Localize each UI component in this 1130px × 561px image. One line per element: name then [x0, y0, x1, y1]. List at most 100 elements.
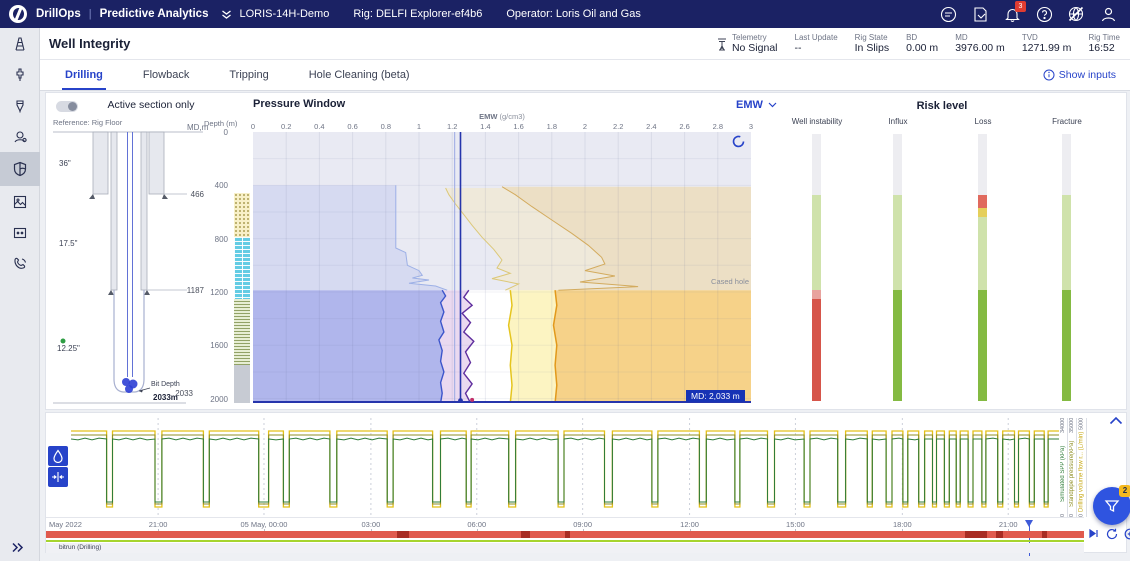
well-selector-icon[interactable]: [220, 8, 233, 21]
activity-segment: [1042, 531, 1047, 538]
risk-segment: [812, 289, 821, 299]
activity-track-label: bitrun (Drilling): [59, 544, 102, 551]
risk-segment: [978, 217, 987, 290]
skip-to-latest-icon[interactable]: [1087, 527, 1100, 540]
sidebar-item-rig[interactable]: [0, 28, 40, 59]
status-md: MD 3976.00 m: [955, 33, 1005, 54]
casing-size-36: 36": [59, 159, 71, 168]
axis-label: Drilling volume flow r... (L/min): [1078, 431, 1085, 513]
tabs-row: Drilling Flowback Tripping Hole Cleaning (b…: [40, 60, 1130, 91]
report-icon[interactable]: [970, 4, 990, 24]
collapse-panel-icon[interactable]: [1109, 416, 1123, 425]
rig-name: Rig: DELFI Explorer-ef4b6: [353, 8, 483, 20]
risk-column-fracture: Fracture: [1022, 117, 1112, 403]
risk-segment: [1062, 134, 1071, 196]
status-text: Rig Time 16:52: [1088, 33, 1120, 54]
expand-sidebar-icon[interactable]: [10, 541, 25, 554]
time-tick-15-00: 15:00: [786, 520, 805, 529]
status-telemetry: Telemetry No Signal: [716, 33, 778, 54]
time-axis: May 2022 21:00 05 May, 00:00 03:00 06:00 09:…: [46, 517, 1084, 556]
page-header: Well Integrity Telemetry No Signal Last Up…: [40, 28, 1130, 60]
risk-bar-influx[interactable]: [893, 134, 902, 401]
merge-arrows-icon: [52, 472, 64, 482]
pressure-window-title: Pressure Window: [253, 98, 346, 110]
risk-column-well-instability: Well instability: [772, 117, 862, 403]
lithology-column: [234, 132, 250, 403]
slb-logo-icon[interactable]: [9, 5, 27, 23]
time-tick-12-00: 12:00: [680, 520, 699, 529]
status-text: MD 3976.00 m: [955, 33, 1005, 54]
status-value: 3976.00 m: [955, 42, 1005, 54]
risk-segment: [978, 195, 987, 209]
active-section-toggle[interactable]: [56, 101, 78, 112]
show-inputs-button[interactable]: Show inputs: [1043, 60, 1130, 90]
risk-segment: [893, 289, 902, 401]
status-label: TVD: [1021, 33, 1038, 42]
app-name: Predictive Analytics: [99, 8, 209, 20]
region-open-fracture: [553, 290, 751, 403]
status-label: Rig Time: [1088, 33, 1120, 42]
pressure-window-plot[interactable]: [253, 132, 751, 403]
risk-level-title: Risk level: [916, 100, 968, 112]
zoom-range-icon[interactable]: [1123, 527, 1130, 540]
well-name[interactable]: LORIS-14H-Demo: [239, 8, 329, 20]
page-title: Well Integrity: [49, 36, 131, 51]
sidebar-item-panel[interactable]: [0, 217, 40, 248]
risk-segment: [1062, 195, 1071, 290]
collapse-tracks-button[interactable]: [48, 467, 68, 487]
risk-segment: [978, 208, 987, 218]
fluids-button[interactable]: [48, 446, 68, 466]
tab-tripping[interactable]: Tripping: [226, 60, 271, 90]
status-value: 0.00 m: [906, 42, 939, 54]
risk-segment: [812, 298, 821, 401]
cased-hole-label: Cased hole: [711, 277, 749, 286]
risk-bar-loss[interactable]: [978, 134, 987, 401]
active-section-dot: [60, 338, 66, 344]
operator-name: Operator: Loris Oil and Gas: [506, 8, 641, 20]
user-icon[interactable]: [1098, 4, 1118, 24]
history-icon[interactable]: [1105, 527, 1118, 540]
sidebar-item-drillpipe[interactable]: [0, 59, 40, 90]
activity-segment: [565, 531, 571, 538]
time-tick-06-00: 06:00: [467, 520, 487, 529]
depth-tick-0: 0: [223, 128, 228, 137]
sidebar-item-image[interactable]: [0, 186, 40, 217]
risk-column-influx: Influx: [853, 117, 943, 403]
risk-bar-fracture[interactable]: [1062, 134, 1071, 401]
bit-depth-value: 2033m: [153, 393, 178, 402]
network-off-icon[interactable]: [1066, 4, 1086, 24]
message-icon[interactable]: [938, 4, 958, 24]
reference-label: Reference: Rig Floor: [53, 118, 123, 127]
emw-axis-label-main: EMW: [479, 112, 498, 121]
help-icon[interactable]: [1034, 4, 1054, 24]
sidebar-item-support[interactable]: [0, 248, 40, 279]
emw-unit-selector[interactable]: EMW: [736, 99, 777, 111]
time-strip-plot[interactable]: [71, 418, 1059, 517]
time-strip-panel: 0 Simulated SPP (kPa) 34000 0 Standpipe pres…: [45, 412, 1130, 556]
alerts-fab-button[interactable]: 2: [1093, 485, 1130, 525]
activity-segment: [396, 531, 410, 538]
status-value: 16:52: [1088, 42, 1115, 54]
emw-tick-2.4: 2.4: [646, 122, 657, 131]
sidebar-item-bha[interactable]: [0, 121, 40, 152]
status-text: Last Update --: [795, 33, 838, 54]
axis-label: Standpipe pressure(kPa): [1069, 440, 1075, 507]
risk-segment: [978, 289, 987, 401]
axis-max: 34000: [1060, 418, 1066, 434]
emw-tick-0: 0: [250, 122, 256, 131]
tab-drilling[interactable]: Drilling: [62, 60, 106, 90]
depth-axis-ticks: 0 400 800 1200 1600 2000: [196, 128, 232, 404]
risk-bar-well-instability[interactable]: [812, 134, 821, 401]
tab-hole-cleaning-beta[interactable]: Hole Cleaning (beta): [306, 60, 413, 90]
emw-tick-1: 1: [416, 122, 422, 131]
sidebar-item-drill-bit[interactable]: [0, 90, 40, 121]
status-value: No Signal: [731, 42, 778, 54]
sidebar-item-well-integrity[interactable]: [0, 152, 40, 186]
status-tvd: TVD 1271.99 m: [1022, 33, 1072, 54]
emw-axis-label: EMW (g/cm3): [253, 112, 751, 121]
risk-label-well-instability: Well instability: [791, 117, 843, 126]
bell-icon[interactable]: 3: [1002, 1, 1026, 24]
emw-axis-label-unit: (g/cm3): [499, 112, 525, 121]
rig-activity-bar[interactable]: [46, 531, 1084, 538]
tab-flowback[interactable]: Flowback: [140, 60, 192, 90]
